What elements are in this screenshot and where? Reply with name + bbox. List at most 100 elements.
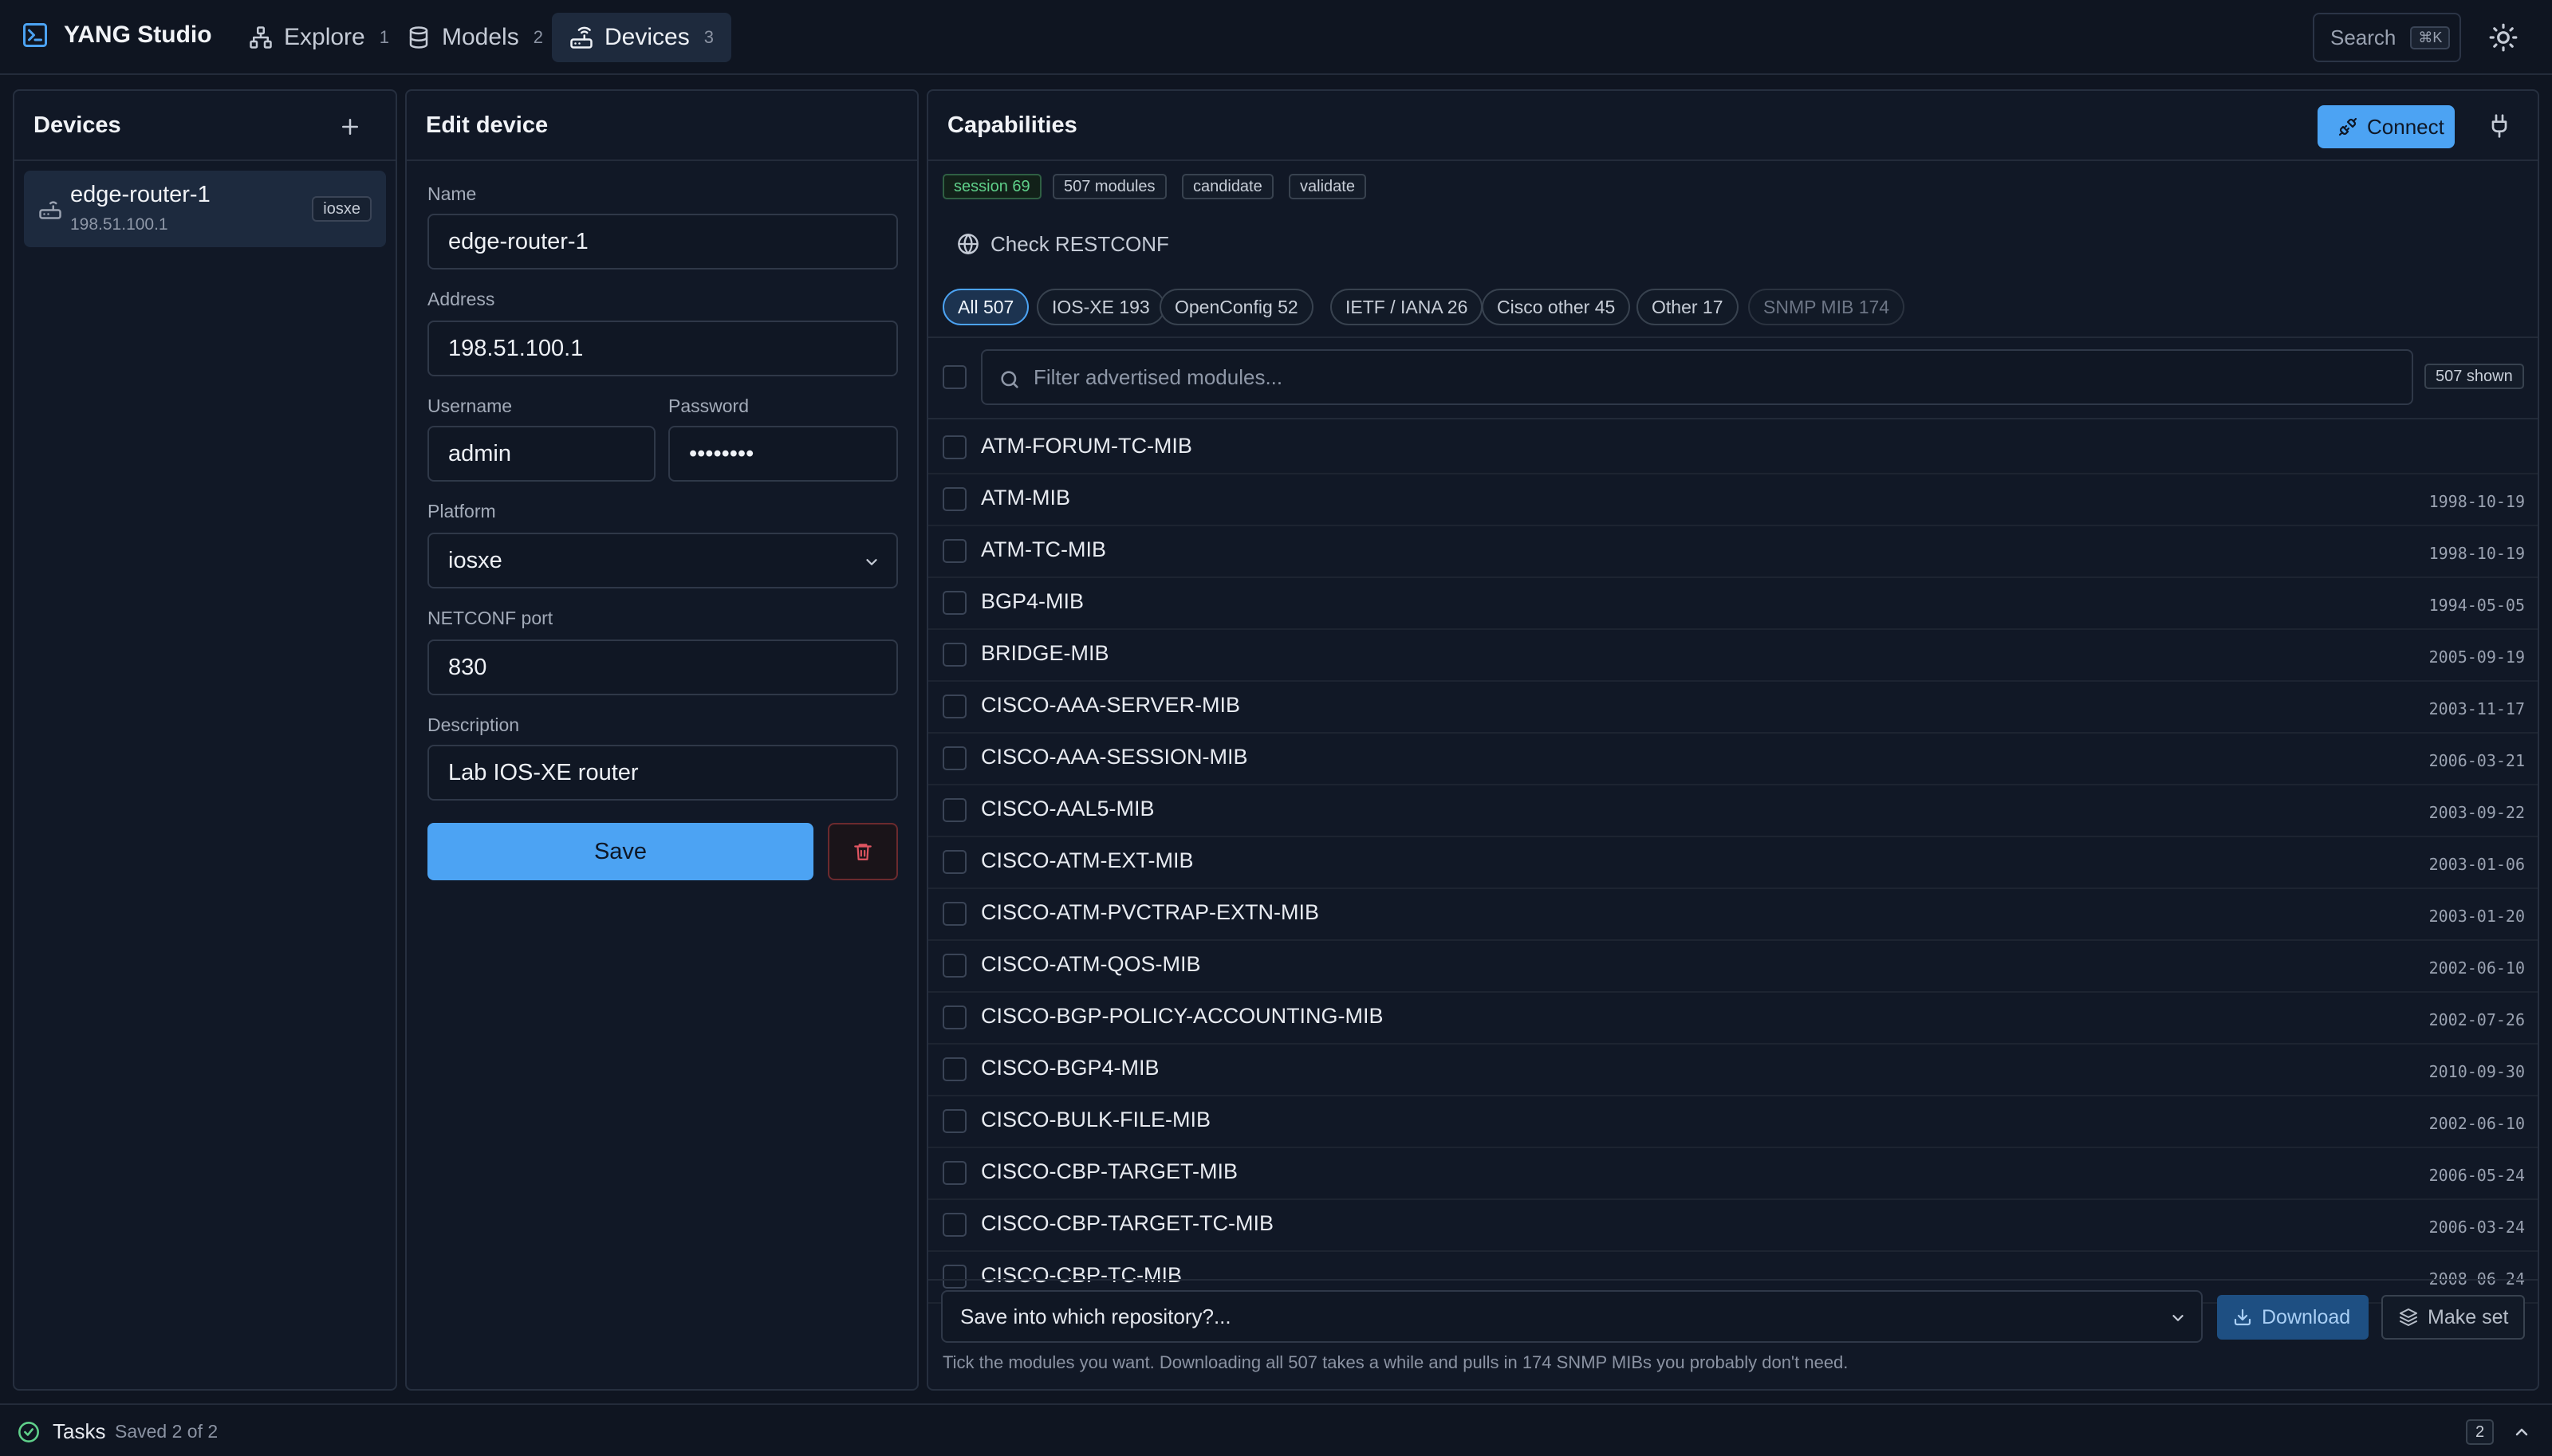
module-name: ATM-MIB — [981, 486, 1070, 510]
status-bar: Tasks Saved 2 of 2 2 — [0, 1403, 2552, 1456]
module-row[interactable]: CISCO-ATM-QOS-MIB 2002-06-10 — [928, 941, 2538, 993]
tab-models-count: 2 — [533, 27, 543, 47]
save-button[interactable]: Save — [427, 823, 813, 880]
module-row[interactable]: CISCO-BULK-FILE-MIB 2002-06-10 — [928, 1096, 2538, 1148]
module-checkbox[interactable] — [943, 643, 967, 667]
module-checkbox[interactable] — [943, 1265, 967, 1289]
module-row[interactable]: CISCO-BGP-POLICY-ACCOUNTING-MIB 2002-07-2… — [928, 993, 2538, 1045]
capabilities-title: Capabilities — [928, 91, 2538, 161]
module-row[interactable]: CISCO-ATM-EXT-MIB 2003-01-06 — [928, 837, 2538, 889]
filter-chip-iosxe[interactable]: IOS-XE 193 — [1037, 289, 1165, 325]
session-tag: session 69 — [943, 174, 1042, 199]
delete-device-button[interactable] — [828, 823, 898, 880]
make-set-button[interactable]: Make set — [2381, 1295, 2525, 1340]
module-date: 2003-11-17 — [2428, 699, 2525, 718]
module-checkbox[interactable] — [943, 435, 967, 459]
filter-chip-all[interactable]: All 507 — [943, 289, 1030, 325]
download-button[interactable]: Download — [2217, 1295, 2369, 1340]
module-name: ATM-TC-MIB — [981, 537, 1106, 561]
device-platform-badge: iosxe — [312, 196, 372, 222]
module-row[interactable]: CISCO-ATM-PVCTRAP-EXTN-MIB 2003-01-20 — [928, 889, 2538, 941]
module-checkbox[interactable] — [943, 902, 967, 926]
module-checkbox[interactable] — [943, 1005, 967, 1029]
filter-chip-cisco-other[interactable]: Cisco other 45 — [1482, 289, 1631, 325]
module-name: CISCO-AAA-SERVER-MIB — [981, 693, 1241, 717]
module-date: 1998-10-19 — [2428, 492, 2525, 511]
name-field[interactable]: edge-router-1 — [427, 214, 898, 270]
check-restconf-button[interactable]: Check RESTCONF — [946, 222, 1169, 266]
tab-explore[interactable]: Explore 1 — [231, 13, 407, 62]
divider — [928, 418, 2538, 419]
module-row[interactable]: CISCO-CBP-TARGET-TC-MIB 2006-03-24 — [928, 1200, 2538, 1252]
filter-chip-openconfig[interactable]: OpenConfig 52 — [1160, 289, 1313, 325]
app-title: YANG Studio — [64, 22, 212, 48]
brand[interactable]: YANG Studio — [21, 21, 212, 49]
module-date: 2003-09-22 — [2428, 803, 2525, 822]
module-checkbox[interactable] — [943, 1057, 967, 1081]
module-row[interactable]: ATM-FORUM-TC-MIB — [928, 423, 2538, 474]
filter-chip-ietf[interactable]: IETF / IANA 26 — [1330, 289, 1483, 325]
module-row[interactable]: BGP4-MIB 1994-05-05 — [928, 578, 2538, 630]
tasks-label[interactable]: Tasks — [53, 1419, 105, 1444]
download-label: Download — [2262, 1305, 2351, 1328]
module-row[interactable]: CISCO-AAL5-MIB 2003-09-22 — [928, 785, 2538, 837]
router-icon — [570, 26, 593, 49]
module-row[interactable]: CISCO-BGP4-MIB 2010-09-30 — [928, 1045, 2538, 1096]
tab-devices-label: Devices — [605, 24, 690, 50]
module-checkbox[interactable] — [943, 695, 967, 718]
add-device-icon[interactable] — [338, 115, 362, 139]
module-row[interactable]: CISCO-CBP-TARGET-MIB 2006-05-24 — [928, 1148, 2538, 1200]
chevron-up-icon[interactable] — [2512, 1423, 2531, 1442]
module-name: CISCO-ATM-EXT-MIB — [981, 848, 1194, 872]
module-checkbox[interactable] — [943, 591, 967, 615]
module-row[interactable]: CISCO-AAA-SESSION-MIB 2006-03-21 — [928, 734, 2538, 785]
module-list: ATM-FORUM-TC-MIB ATM-MIB 1998-10-19 ATM-T… — [928, 423, 2538, 1367]
username-field[interactable]: admin — [427, 426, 656, 482]
module-checkbox[interactable] — [943, 1161, 967, 1185]
module-checkbox[interactable] — [943, 798, 967, 822]
search-icon — [1001, 371, 1018, 388]
module-name: ATM-FORUM-TC-MIB — [981, 434, 1192, 458]
address-field[interactable]: 198.51.100.1 — [427, 321, 898, 376]
module-row[interactable]: ATM-MIB 1998-10-19 — [928, 474, 2538, 526]
address-value: 198.51.100.1 — [448, 335, 584, 361]
make-set-label: Make set — [2428, 1305, 2509, 1328]
divider — [928, 1279, 2538, 1281]
module-checkbox[interactable] — [943, 954, 967, 978]
module-row[interactable]: ATM-TC-MIB 1998-10-19 — [928, 526, 2538, 578]
module-name: CISCO-CBP-TARGET-TC-MIB — [981, 1211, 1274, 1235]
search-label: Search — [2330, 25, 2396, 49]
netconf-port-field[interactable]: 830 — [427, 639, 898, 695]
module-checkbox[interactable] — [943, 487, 967, 511]
sun-icon[interactable] — [2488, 22, 2519, 53]
select-all-checkbox[interactable] — [943, 365, 967, 389]
module-row[interactable]: BRIDGE-MIB 2005-09-19 — [928, 630, 2538, 682]
module-filter-input[interactable]: Filter advertised modules... — [981, 349, 2413, 405]
search-button[interactable]: Search ⌘K — [2313, 13, 2461, 62]
download-icon — [2234, 1308, 2251, 1326]
validate-tag: validate — [1289, 174, 1366, 199]
description-label: Description — [427, 714, 520, 735]
password-field[interactable]: •••••••• — [668, 426, 898, 482]
module-date: 2005-09-19 — [2428, 647, 2525, 667]
shown-count-badge: 507 shown — [2424, 364, 2524, 389]
tab-devices[interactable]: Devices 3 — [552, 13, 731, 62]
module-checkbox[interactable] — [943, 850, 967, 874]
username-value: admin — [448, 440, 511, 466]
description-field[interactable]: Lab IOS-XE router — [427, 745, 898, 801]
repository-select[interactable]: Save into which repository?... — [941, 1290, 2203, 1343]
device-list-item[interactable]: edge-router-1 198.51.100.1 iosxe — [24, 171, 386, 247]
module-checkbox[interactable] — [943, 539, 967, 563]
plug-icon[interactable] — [2487, 113, 2512, 139]
module-row[interactable]: CISCO-AAA-SERVER-MIB 2003-11-17 — [928, 682, 2538, 734]
plug-connect-icon — [2338, 117, 2357, 136]
module-checkbox[interactable] — [943, 746, 967, 770]
connect-button[interactable]: Connect — [2318, 105, 2455, 148]
module-checkbox[interactable] — [943, 1109, 967, 1133]
filter-chip-snmp-mib[interactable]: SNMP MIB 174 — [1748, 289, 1905, 325]
filter-chip-other[interactable]: Other 17 — [1636, 289, 1739, 325]
platform-select[interactable]: iosxe — [427, 533, 898, 588]
module-checkbox[interactable] — [943, 1213, 967, 1237]
chevron-down-icon — [2172, 1315, 2184, 1321]
tab-models[interactable]: Models 2 — [389, 13, 561, 62]
